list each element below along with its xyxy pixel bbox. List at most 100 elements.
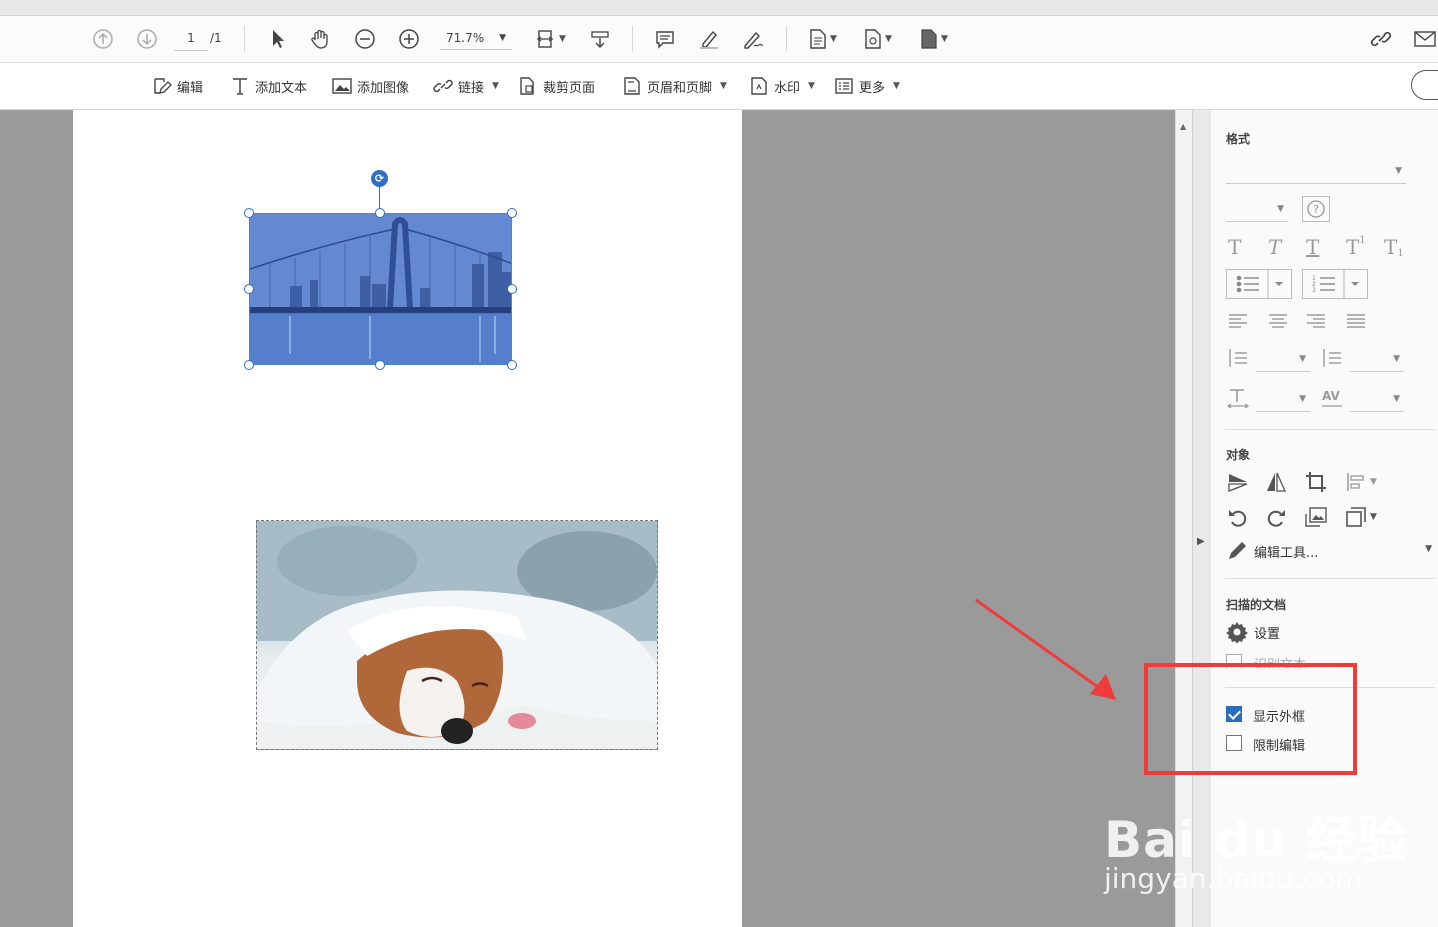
prev-page-icon[interactable] [90, 26, 116, 52]
text-italic-icon[interactable]: T [1268, 235, 1281, 259]
email-icon[interactable] [1412, 26, 1438, 52]
svg-text:AV: AV [1322, 389, 1340, 403]
resize-handle-left[interactable] [244, 284, 254, 294]
comment-icon[interactable] [652, 26, 678, 52]
text-bold-icon[interactable]: T [1228, 235, 1241, 259]
header-footer-label: 页眉和页脚 [647, 80, 713, 96]
link-button[interactable]: 链接 ▼ [433, 63, 499, 109]
edit-icon [152, 76, 172, 96]
divider [632, 26, 633, 52]
zoom-in-icon[interactable] [396, 26, 422, 52]
line-spacing-icon [1226, 347, 1248, 373]
hand-tool-icon[interactable] [307, 26, 333, 52]
scanned-doc-section-title: 扫描的文档 [1226, 598, 1287, 612]
flip-vertical-icon[interactable] [1226, 470, 1250, 494]
chevron-down-icon: ▼ [492, 81, 499, 91]
font-size-select[interactable]: ▼ [1226, 200, 1288, 222]
divider [1225, 578, 1435, 579]
resize-handle-bottom[interactable] [375, 360, 385, 370]
character-spacing-select[interactable]: ▼ [1350, 390, 1404, 412]
edit-button[interactable]: 编辑 [152, 63, 203, 109]
paragraph-spacing-select[interactable]: ▼ [1350, 350, 1404, 372]
font-select[interactable]: ▼ [1226, 162, 1406, 184]
scroll-up-icon[interactable]: ▲ [1180, 122, 1186, 131]
numbered-list-button[interactable]: 123 [1302, 269, 1368, 299]
crop-icon[interactable] [1304, 470, 1328, 494]
next-page-icon[interactable] [134, 26, 160, 52]
text-subscript-icon[interactable]: T1 [1384, 235, 1404, 259]
paragraph-spacing-icon [1320, 347, 1342, 373]
chevron-down-icon: ▼ [499, 33, 506, 43]
scan-settings-button[interactable]: 设置 [1226, 620, 1346, 644]
arrange-icon[interactable]: ▼ [1344, 505, 1378, 529]
align-justify-icon[interactable] [1346, 312, 1366, 334]
resize-handle-right[interactable] [507, 284, 517, 294]
collapse-panel-icon[interactable]: ▶ [1197, 536, 1205, 547]
document-settings-icon[interactable]: ▼ [860, 26, 896, 52]
align-right-icon[interactable] [1306, 312, 1326, 334]
align-objects-icon[interactable]: ▼ [1344, 470, 1378, 494]
add-image-button[interactable]: 添加图像 [332, 63, 409, 109]
replace-image-icon[interactable] [1304, 505, 1328, 529]
bullet-list-button[interactable] [1226, 269, 1292, 299]
gear-icon [1226, 622, 1248, 643]
resize-handle-top-right[interactable] [507, 208, 517, 218]
divider [244, 26, 245, 52]
resize-handle-bottom-right[interactable] [507, 360, 517, 370]
rotate-right-icon[interactable] [1264, 505, 1288, 529]
puppy-image[interactable] [256, 520, 658, 750]
more-label: 更多 [859, 80, 886, 96]
rotate-handle-icon[interactable]: ⟳ [371, 170, 388, 187]
svg-text:3: 3 [1312, 287, 1316, 294]
resize-handle-top[interactable] [375, 208, 385, 218]
chevron-down-icon: ▼ [808, 81, 815, 91]
add-text-label: 添加文本 [255, 80, 308, 96]
sign-pen-icon[interactable] [740, 26, 766, 52]
scroll-mode-icon[interactable] [587, 26, 613, 52]
watermark-icon [749, 76, 769, 96]
red-arrow-annotation [975, 598, 1116, 700]
edit-tools-label: 编辑工具... [1254, 546, 1319, 561]
help-icon[interactable]: ? [1302, 196, 1330, 222]
edit-toolbar: 编辑 添加文本 添加图像 链接 ▼ 裁剪页面 页眉和页脚 ▼ 水印 ▼ 更多 ▼ [0, 63, 1438, 110]
image-icon [332, 76, 352, 96]
divider [786, 26, 787, 52]
character-scale-select[interactable]: ▼ [1256, 390, 1310, 412]
watermark-button[interactable]: 水印 ▼ [749, 63, 815, 109]
select-arrow-icon[interactable] [264, 26, 290, 52]
flip-horizontal-icon[interactable] [1264, 470, 1288, 494]
share-link-icon[interactable] [1368, 26, 1398, 52]
watermark-label: 水印 [774, 80, 801, 96]
zoom-select[interactable]: 71.7% ▼ [440, 26, 512, 50]
crop-page-button[interactable]: 裁剪页面 [518, 63, 595, 109]
bridge-image[interactable] [249, 213, 512, 365]
line-spacing-select[interactable]: ▼ [1256, 350, 1310, 372]
document-icon[interactable]: ▼ [805, 26, 841, 52]
edit-label: 编辑 [177, 80, 204, 96]
resize-handle-top-left[interactable] [244, 208, 254, 218]
more-icon [834, 76, 854, 96]
zoom-value: 71.7% [446, 31, 485, 45]
edit-tools-button[interactable]: 编辑工具... ▼ [1226, 540, 1436, 562]
page-number-input[interactable]: 1 [174, 26, 208, 51]
character-spacing-icon: AV [1320, 387, 1346, 413]
close-button[interactable] [1411, 70, 1438, 100]
object-section-title: 对象 [1226, 448, 1251, 462]
highlight-pen-icon[interactable] [696, 26, 722, 52]
more-button[interactable]: 更多 ▼ [834, 63, 900, 109]
red-highlight-box [1144, 663, 1357, 775]
fit-page-icon[interactable]: ▼ [530, 26, 570, 52]
align-left-icon[interactable] [1228, 312, 1248, 334]
resize-handle-bottom-left[interactable] [244, 360, 254, 370]
rotate-left-icon[interactable] [1226, 505, 1250, 529]
chevron-down-icon: ▼ [1425, 544, 1432, 554]
document-export-icon[interactable]: ▼ [916, 26, 952, 52]
text-underline-icon[interactable]: T [1306, 235, 1319, 259]
main-toolbar: 1 /1 71.7% ▼ ▼ ▼ ▼ ▼ [0, 16, 1438, 63]
align-center-icon[interactable] [1268, 312, 1288, 334]
zoom-out-icon[interactable] [352, 26, 378, 52]
character-scale-icon [1226, 387, 1250, 413]
text-superscript-icon[interactable]: T1 [1346, 235, 1366, 259]
add-text-button[interactable]: 添加文本 [230, 63, 307, 109]
header-footer-button[interactable]: 页眉和页脚 ▼ [622, 63, 727, 109]
